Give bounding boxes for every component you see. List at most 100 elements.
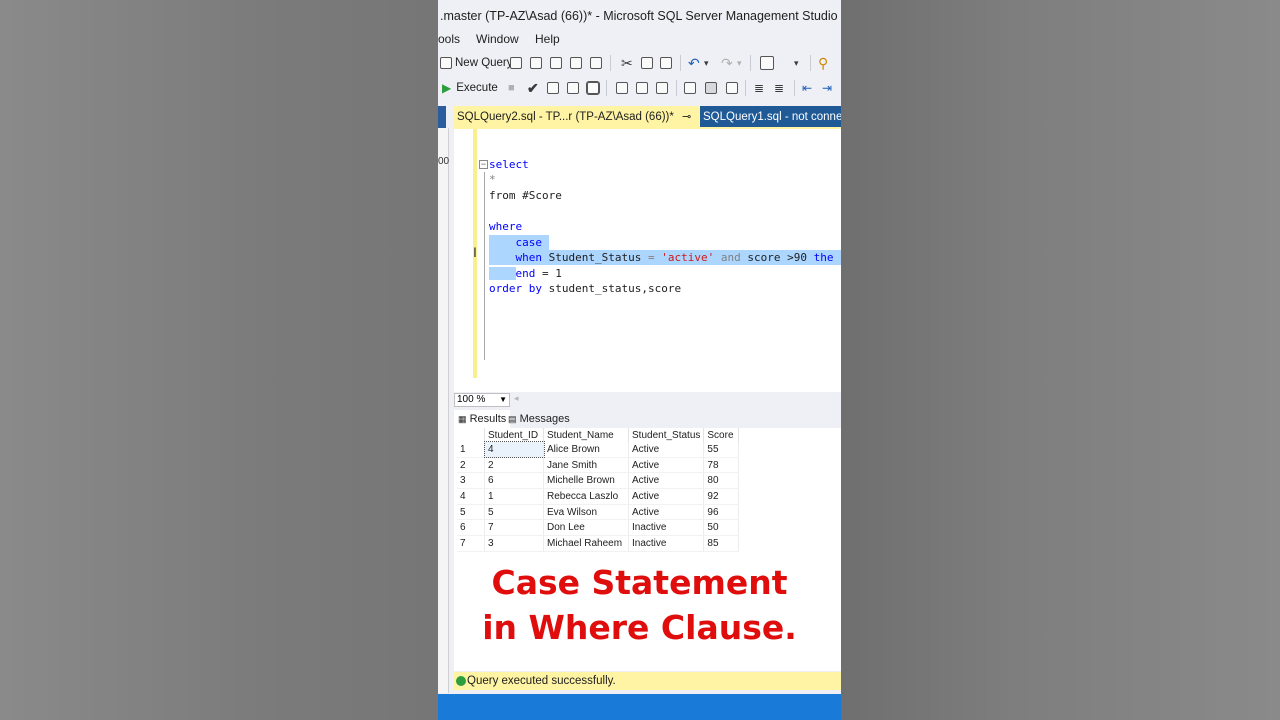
zoom-bar: 100 % ▼ ◂ <box>454 392 841 408</box>
dropdown-icon[interactable]: ▾ <box>794 53 799 73</box>
display-plan-icon[interactable] <box>547 82 559 94</box>
table-cell[interactable]: 3 <box>484 535 544 552</box>
comment-icon[interactable]: ≣ <box>754 78 764 98</box>
redo-dropdown-icon[interactable]: ▾ <box>737 53 742 73</box>
object-explorer-header <box>438 106 446 128</box>
table-cell[interactable]: Jane Smith <box>543 457 629 474</box>
column-header[interactable]: Score <box>703 428 740 442</box>
search-icon[interactable]: ⚲ <box>818 53 828 73</box>
tab-messages[interactable]: ▤ Messages <box>504 410 574 428</box>
query-editor[interactable]: − select * from #Score where case when S… <box>454 129 841 392</box>
table-cell[interactable]: Active <box>628 488 705 505</box>
uncomment-icon[interactable]: ≣ <box>774 78 784 98</box>
toolbar-separator <box>606 80 607 96</box>
table-cell[interactable]: 55 <box>703 442 740 458</box>
paste-icon[interactable] <box>660 57 672 69</box>
table-cell[interactable]: 85 <box>703 535 740 552</box>
object-explorer-pane[interactable]: 00 <box>438 128 449 693</box>
stop-icon[interactable]: ■ <box>508 78 515 98</box>
table-cell[interactable]: Active <box>628 442 705 458</box>
dax-query-icon[interactable] <box>590 57 602 69</box>
menu-window[interactable]: Window <box>476 32 519 46</box>
table-cell[interactable]: Active <box>628 504 705 521</box>
standard-toolbar: New Query ✂ ↶ ▾ ↷ ▾ ▾ ⚲ <box>438 51 841 75</box>
video-caption: Case Statement in Where Clause. <box>454 560 825 650</box>
object-explorer-fragment: 00 <box>438 156 450 167</box>
live-stats-icon[interactable] <box>636 82 648 94</box>
success-icon <box>456 676 466 686</box>
results-to-text-icon[interactable] <box>684 82 696 94</box>
table-cell[interactable]: 96 <box>703 504 740 521</box>
results-to-file-icon[interactable] <box>726 82 738 94</box>
tab-sqlquery1-label: SQLQuery1.sql - not connect <box>703 111 841 123</box>
table-row[interactable]: 5 5 Eva Wilson Active 96 <box>457 504 740 521</box>
execute-button[interactable]: ▶ Execute <box>442 80 498 96</box>
results-grid[interactable]: Student_ID Student_Name Student_Status S… <box>457 428 740 552</box>
table-row[interactable]: 6 7 Don Lee Inactive 50 <box>457 519 740 537</box>
execute-icon: ▶ <box>442 81 452 95</box>
table-cell[interactable]: Michael Raheem <box>543 535 629 552</box>
table-cell[interactable]: Alice Brown <box>543 442 629 458</box>
table-cell[interactable]: 1 <box>484 488 544 505</box>
undo-icon[interactable]: ↶ <box>688 53 700 73</box>
redo-icon[interactable]: ↷ <box>721 53 733 73</box>
results-to-grid-icon[interactable] <box>586 81 600 95</box>
query-status-bar: Query executed successfully. <box>454 672 841 690</box>
table-cell[interactable]: Inactive <box>628 519 705 537</box>
results-grid-icon[interactable] <box>705 82 717 94</box>
parse-icon[interactable]: ✔ <box>527 78 539 98</box>
mdx-query-icon[interactable] <box>510 57 522 69</box>
decrease-indent-icon[interactable]: ⇤ <box>802 78 812 98</box>
scroll-left-icon[interactable]: ◂ <box>514 393 519 404</box>
table-cell[interactable]: 4 <box>483 440 545 459</box>
column-header[interactable]: Student_ID <box>484 428 544 442</box>
table-cell[interactable]: Active <box>628 457 705 474</box>
client-stats-icon[interactable] <box>656 82 668 94</box>
table-cell[interactable]: 6 <box>484 472 544 490</box>
menu-tools[interactable]: ools <box>438 32 460 46</box>
collapse-icon[interactable]: − <box>479 160 488 169</box>
tab-sqlquery2[interactable]: SQLQuery2.sql - TP...r (TP-AZ\Asad (66))… <box>454 106 712 128</box>
new-query-label: New Query <box>455 57 513 69</box>
sql-editor-toolbar: ▶ Execute ■ ✔ ≣ ≣ ⇤ ⇥ <box>438 76 841 100</box>
table-row[interactable]: 4 1 Rebecca Laszlo Active 92 <box>457 488 740 505</box>
menu-help[interactable]: Help <box>535 32 560 46</box>
table-cell[interactable]: Inactive <box>628 535 705 552</box>
table-cell[interactable]: Don Lee <box>543 519 629 537</box>
dmx-query-icon[interactable] <box>530 57 542 69</box>
table-cell[interactable]: Rebecca Laszlo <box>543 488 629 505</box>
activity-monitor-icon[interactable] <box>760 56 774 70</box>
table-row[interactable]: 1 4 Alice Brown Active 55 <box>457 440 740 459</box>
table-cell[interactable]: 92 <box>703 488 740 505</box>
code-line: from #Score <box>489 188 562 203</box>
copy-icon[interactable] <box>641 57 653 69</box>
table-row[interactable]: 2 2 Jane Smith Active 78 <box>457 457 740 474</box>
cut-icon[interactable]: ✂ <box>621 53 633 73</box>
table-cell[interactable]: 50 <box>703 519 740 537</box>
table-cell[interactable]: Active <box>628 472 705 490</box>
tab-sqlquery1[interactable]: SQLQuery1.sql - not connect <box>700 106 841 128</box>
table-cell[interactable]: 2 <box>484 457 544 474</box>
table-cell[interactable]: 7 <box>484 519 544 537</box>
table-row[interactable]: 3 6 Michelle Brown Active 80 <box>457 472 740 490</box>
table-cell[interactable]: 78 <box>703 457 740 474</box>
query-designer-icon[interactable] <box>567 82 579 94</box>
new-query-button[interactable]: New Query <box>440 55 513 71</box>
zoom-select[interactable]: 100 % ▼ <box>454 393 510 407</box>
table-cell[interactable]: Eva Wilson <box>543 504 629 521</box>
include-plan-icon[interactable] <box>616 82 628 94</box>
xmla-query-icon[interactable] <box>570 57 582 69</box>
dmx-icon[interactable] <box>550 57 562 69</box>
table-cell[interactable]: 5 <box>484 504 544 521</box>
toolbar-separator <box>750 55 751 71</box>
pin-icon[interactable]: ⊸ <box>682 106 691 128</box>
column-header[interactable]: Student_Name <box>543 428 629 442</box>
execute-label: Execute <box>456 82 498 94</box>
table-row[interactable]: 7 3 Michael Raheem Inactive 85 <box>457 535 740 552</box>
increase-indent-icon[interactable]: ⇥ <box>822 78 832 98</box>
table-cell[interactable]: 80 <box>703 472 740 490</box>
undo-dropdown-icon[interactable]: ▾ <box>704 53 709 73</box>
table-cell[interactable]: Michelle Brown <box>543 472 629 490</box>
tab-results[interactable]: ▦ Results <box>454 410 511 428</box>
column-header[interactable]: Student_Status <box>628 428 705 442</box>
